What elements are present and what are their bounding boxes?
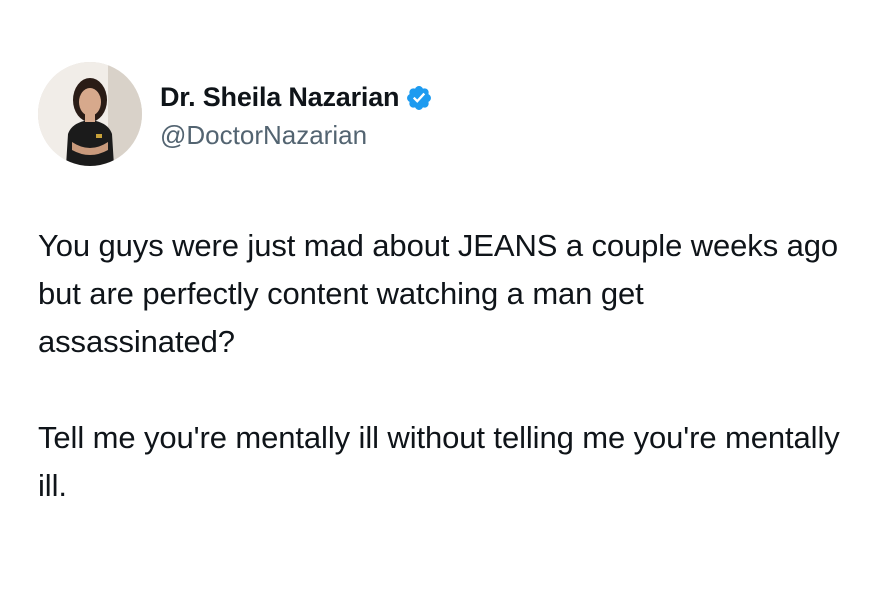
- author-identity: Dr. Sheila Nazarian @DoctorNazarian: [160, 78, 433, 151]
- tweet-text: You guys were just mad about JEANS a cou…: [38, 222, 848, 510]
- author-avatar[interactable]: [38, 62, 142, 166]
- tweet-paragraph: You guys were just mad about JEANS a cou…: [38, 228, 839, 359]
- author-handle[interactable]: @DoctorNazarian: [160, 120, 433, 151]
- tweet-header: Dr. Sheila Nazarian @DoctorNazarian: [38, 62, 433, 166]
- tweet-paragraph: Tell me you're mentally ill without tell…: [38, 420, 840, 503]
- tweet-card: Dr. Sheila Nazarian @DoctorNazarian You …: [0, 0, 880, 600]
- author-display-name[interactable]: Dr. Sheila Nazarian: [160, 82, 400, 113]
- verified-badge-icon: [405, 84, 433, 112]
- name-row: Dr. Sheila Nazarian: [160, 78, 433, 118]
- profile-photo-icon: [38, 62, 142, 166]
